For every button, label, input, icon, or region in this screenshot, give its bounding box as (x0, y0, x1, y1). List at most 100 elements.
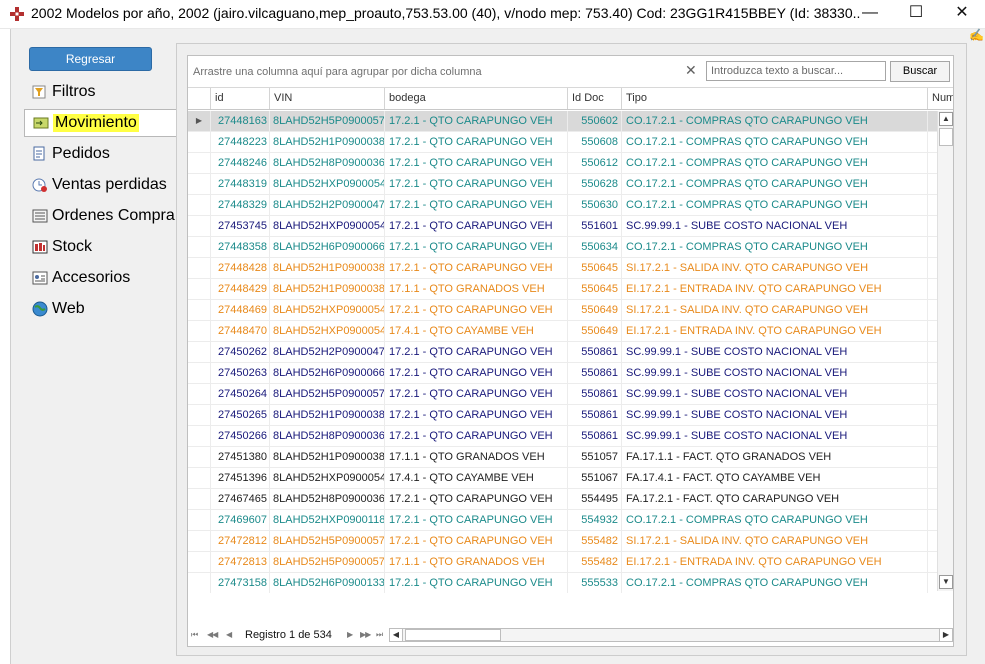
scroll-thumb[interactable] (939, 128, 953, 146)
cell-numero (927, 384, 937, 404)
cell-id: 27448163 (210, 111, 269, 131)
cell-bodega: 17.2.1 - QTO CARAPUNGO VEH (384, 426, 567, 446)
cell-tipo: SC.99.99.1 - SUBE COSTO NACIONAL VEH (621, 342, 927, 362)
column-header-numero[interactable]: Nume (927, 88, 953, 109)
orders-icon (33, 146, 45, 161)
sidebar-item-ordenes-compra[interactable]: Ordenes Compra (24, 202, 176, 230)
cell-tipo: FA.17.2.1 - FACT. QTO CARAPUNGO VEH (621, 489, 927, 509)
search-input[interactable] (706, 61, 886, 81)
previous-page-icon[interactable]: ◀◀ (207, 630, 218, 639)
sidebar-item-stock[interactable]: Stock (24, 233, 176, 261)
cell-id-doc: 550630 (567, 195, 621, 215)
cell-numero (927, 237, 937, 257)
cell-id: 27451396 (210, 468, 269, 488)
row-indicator-icon (188, 132, 210, 152)
row-indicator-icon (188, 258, 210, 278)
cell-tipo: EI.17.2.1 - ENTRADA INV. QTO CARAPUNGO V… (621, 321, 927, 341)
sidebar-item-movimiento[interactable]: Movimiento (24, 109, 176, 137)
column-header-id-doc[interactable]: Id Doc (567, 88, 621, 109)
sidebar-item-filtros[interactable]: Filtros (24, 78, 176, 106)
horizontal-scrollbar[interactable]: ◀ ▶ (389, 628, 953, 642)
table-row[interactable]: 27472812 8LAHD52H5P0900057 17.2.1 - QTO CA… (188, 531, 937, 552)
next-record-icon[interactable]: ▶ (347, 630, 353, 639)
cell-tipo: CO.17.2.1 - COMPRAS QTO CARAPUNGO VEH (621, 510, 927, 530)
minimize-button[interactable]: — (855, 2, 885, 24)
column-header-tipo[interactable]: Tipo (621, 88, 927, 109)
previous-record-icon[interactable]: ◀ (226, 630, 232, 639)
row-indicator-icon (188, 174, 210, 194)
table-row[interactable]: 27450263 8LAHD52H6P0900066 17.2.1 - QTO CA… (188, 363, 937, 384)
table-row[interactable]: 27453745 8LAHD52HXP0900054 17.2.1 - QTO CA… (188, 216, 937, 237)
sidebar-item-ventas-perdidas[interactable]: Ventas perdidas (24, 171, 176, 199)
table-row[interactable]: 27451380 8LAHD52H1P0900038 17.1.1 - QTO GR… (188, 447, 937, 468)
table-row[interactable]: 27450264 8LAHD52H5P0900057 17.2.1 - QTO CA… (188, 384, 937, 405)
cell-tipo: SC.99.99.1 - SUBE COSTO NACIONAL VEH (621, 426, 927, 446)
cell-id: 27450265 (210, 405, 269, 425)
cell-id-doc: 550645 (567, 279, 621, 299)
table-row[interactable]: 27448429 8LAHD52H1P0900038 17.1.1 - QTO GR… (188, 279, 937, 300)
cell-bodega: 17.2.1 - QTO CARAPUNGO VEH (384, 237, 567, 257)
table-row[interactable]: 27450262 8LAHD52H2P0900047 17.2.1 - QTO CA… (188, 342, 937, 363)
table-row[interactable]: 27469607 8LAHD52HXP0900118 17.2.1 - QTO CA… (188, 510, 937, 531)
cell-vin: 8LAHD52H1P0900038 (269, 132, 384, 152)
column-header-vin[interactable]: VIN (269, 88, 384, 109)
table-row[interactable]: 27472813 8LAHD52H5P0900057 17.1.1 - QTO GR… (188, 552, 937, 573)
sidebar-item-label: Ventas perdidas (52, 176, 167, 193)
cell-id-doc: 550861 (567, 342, 621, 362)
vertical-scrollbar[interactable]: ▲ ▼ (937, 111, 953, 591)
scroll-left-icon[interactable]: ◀ (390, 629, 403, 641)
cell-bodega: 17.4.1 - QTO CAYAMBE VEH (384, 321, 567, 341)
table-row[interactable]: 27451396 8LAHD52HXP0900054 17.4.1 - QTO CA… (188, 468, 937, 489)
first-record-icon[interactable]: ⏮ (191, 630, 198, 640)
cell-id-doc: 550861 (567, 384, 621, 404)
accessories-icon (32, 271, 48, 285)
column-header-id[interactable]: id (210, 88, 269, 109)
cell-tipo: FA.17.1.1 - FACT. QTO GRANADOS VEH (621, 447, 927, 467)
sidebar-item-label: Filtros (52, 83, 96, 100)
scroll-right-icon[interactable]: ▶ (939, 629, 952, 641)
close-button[interactable]: ✕ (947, 2, 977, 24)
cell-bodega: 17.2.1 - QTO CARAPUNGO VEH (384, 195, 567, 215)
sidebar-item-accesorios[interactable]: Accesorios (24, 264, 176, 292)
filter-icon (32, 85, 46, 99)
cell-tipo: CO.17.2.1 - COMPRAS QTO CARAPUNGO VEH (621, 174, 927, 194)
search-button[interactable]: Buscar (890, 61, 950, 82)
scroll-up-icon[interactable]: ▲ (939, 112, 953, 126)
scroll-thumb[interactable] (405, 629, 501, 641)
table-row[interactable]: 27473158 8LAHD52H6P0900133 17.2.1 - QTO CA… (188, 573, 937, 593)
row-indicator-icon (188, 195, 210, 215)
scroll-down-icon[interactable]: ▼ (939, 575, 953, 589)
cell-tipo: SI.17.2.1 - SALIDA INV. QTO CARAPUNGO VE… (621, 258, 927, 278)
table-row[interactable]: 27448470 8LAHD52HXP0900054 17.4.1 - QTO CA… (188, 321, 937, 342)
table-row[interactable]: 27450266 8LAHD52H8P0900036 17.2.1 - QTO CA… (188, 426, 937, 447)
column-header-bodega[interactable]: bodega (384, 88, 567, 109)
cell-vin: 8LAHD52H8P0900036 (269, 489, 384, 509)
table-row[interactable]: 27467465 8LAHD52H8P0900036 17.2.1 - QTO CA… (188, 489, 937, 510)
cell-id-doc: 551057 (567, 447, 621, 467)
clear-search-icon[interactable]: ✕ (685, 62, 697, 79)
cell-numero (927, 552, 937, 572)
cell-id: 27448470 (210, 321, 269, 341)
table-row[interactable]: 27450265 8LAHD52H1P0900038 17.2.1 - QTO CA… (188, 405, 937, 426)
grid-footer: ⏮ ◀◀ ◀ Registro 1 de 534 ▶ ▶▶ ⏭ ◀ ▶ (188, 626, 953, 646)
last-record-icon[interactable]: ⏭ (376, 630, 383, 640)
sidebar-item-web[interactable]: Web (24, 295, 176, 323)
table-row[interactable]: 27448329 8LAHD52H2P0900047 17.2.1 - QTO CA… (188, 195, 937, 216)
table-row[interactable]: ▶ 27448163 8LAHD52H5P0900057 17.2.1 - QTO C… (188, 111, 937, 132)
next-page-icon[interactable]: ▶▶ (360, 630, 371, 639)
maximize-button[interactable]: ☐ (901, 2, 931, 24)
table-row[interactable]: 27448428 8LAHD52H1P0900038 17.2.1 - QTO CA… (188, 258, 937, 279)
table-row[interactable]: 27448223 8LAHD52H1P0900038 17.2.1 - QTO CA… (188, 132, 937, 153)
table-row[interactable]: 27448469 8LAHD52HXP0900054 17.2.1 - QTO CA… (188, 300, 937, 321)
cell-tipo: CO.17.2.1 - COMPRAS QTO CARAPUNGO VEH (621, 237, 927, 257)
title-bar: 2002 Modelos por año, 2002 (jairo.vilcag… (0, 0, 985, 28)
cell-tipo: EI.17.2.1 - ENTRADA INV. QTO CARAPUNGO V… (621, 552, 927, 572)
back-button[interactable]: Regresar (29, 47, 152, 71)
sidebar-item-pedidos[interactable]: Pedidos (24, 140, 176, 168)
table-row[interactable]: 27448319 8LAHD52HXP0900054 17.2.1 - QTO CA… (188, 174, 937, 195)
table-row[interactable]: 27448358 8LAHD52H6P0900066 17.2.1 - QTO CA… (188, 237, 937, 258)
group-by-hint[interactable]: Arrastre una columna aquí para agrupar p… (193, 66, 482, 78)
table-row[interactable]: 27448246 8LAHD52H8P0900036 17.2.1 - QTO CA… (188, 153, 937, 174)
cell-id-doc: 554932 (567, 510, 621, 530)
cell-bodega: 17.2.1 - QTO CARAPUNGO VEH (384, 174, 567, 194)
